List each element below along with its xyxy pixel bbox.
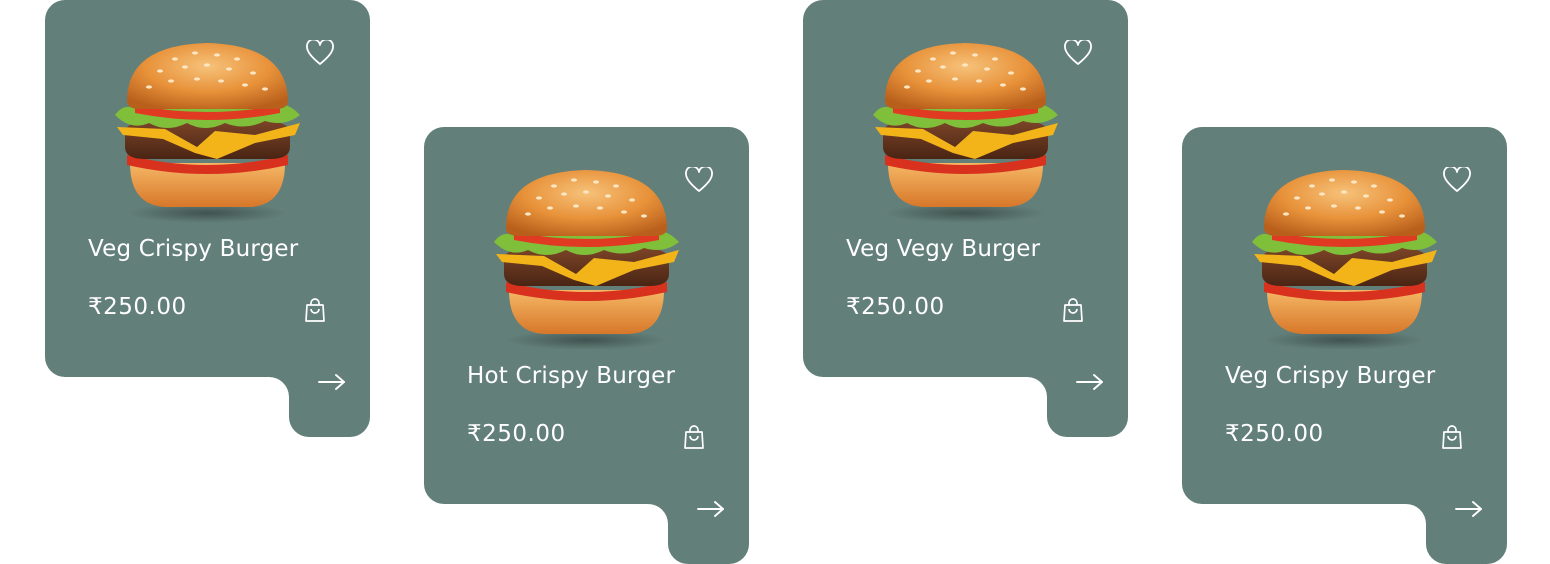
shopping-bag-icon[interactable]	[303, 297, 327, 323]
product-price: ₹250.00	[467, 421, 566, 447]
burger-image	[873, 43, 1058, 223]
shopping-bag-icon[interactable]	[1061, 297, 1085, 323]
product-name: Veg Vegy Burger	[846, 236, 1041, 262]
heart-outline-icon[interactable]	[1443, 167, 1471, 193]
product-name: Veg Crispy Burger	[1225, 363, 1436, 389]
heart-outline-icon[interactable]	[685, 167, 713, 193]
product-name: Hot Crispy Burger	[467, 363, 676, 389]
arrow-right-icon[interactable]	[1454, 499, 1484, 519]
product-card[interactable]: Veg Crispy Burger ₹250.00	[1182, 127, 1507, 564]
product-price: ₹250.00	[88, 294, 187, 320]
heart-outline-icon[interactable]	[306, 40, 334, 66]
product-price: ₹250.00	[846, 294, 945, 320]
shopping-bag-icon[interactable]	[682, 424, 706, 450]
heart-outline-icon[interactable]	[1064, 40, 1092, 66]
product-card[interactable]: Veg Vegy Burger ₹250.00	[803, 0, 1128, 437]
product-price: ₹250.00	[1225, 421, 1324, 447]
arrow-right-icon[interactable]	[317, 372, 347, 392]
burger-image	[115, 43, 300, 223]
burger-image	[494, 170, 679, 350]
arrow-right-icon[interactable]	[1075, 372, 1105, 392]
arrow-right-icon[interactable]	[696, 499, 726, 519]
product-card[interactable]: Hot Crispy Burger ₹250.00	[424, 127, 749, 564]
burger-image	[1252, 170, 1437, 350]
shopping-bag-icon[interactable]	[1440, 424, 1464, 450]
product-name: Veg Crispy Burger	[88, 236, 299, 262]
product-card[interactable]: Veg Crispy Burger ₹250.00	[45, 0, 370, 437]
